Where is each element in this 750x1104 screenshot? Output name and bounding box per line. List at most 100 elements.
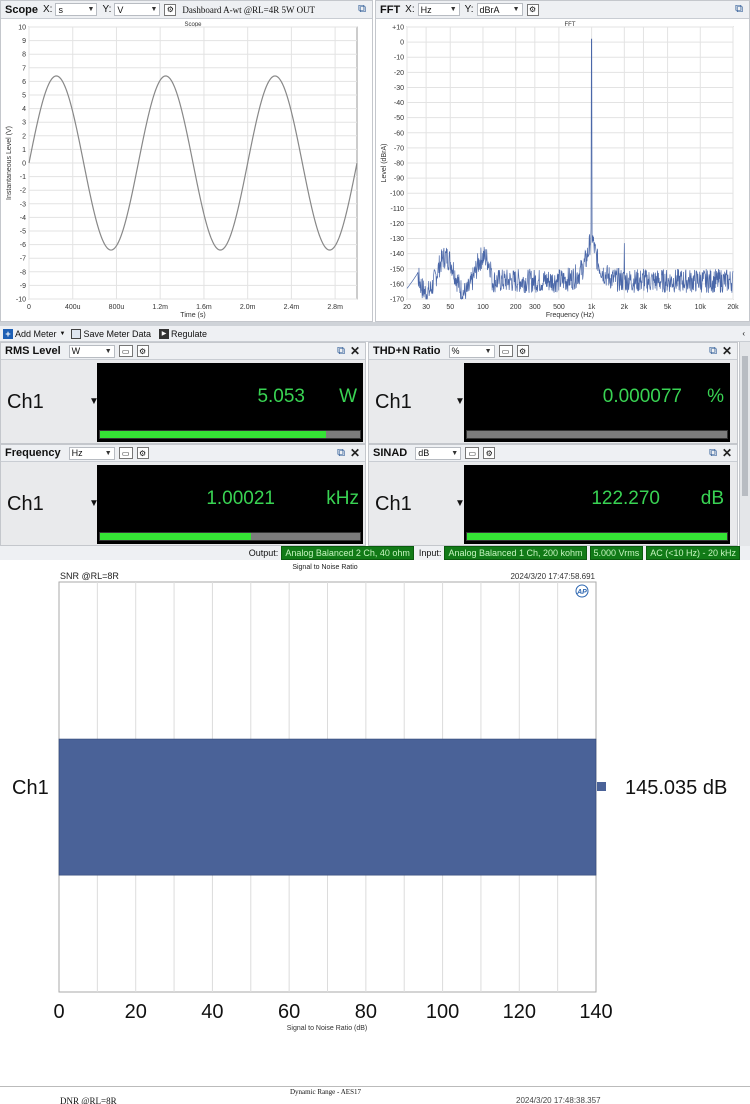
snr-legend-swatch [597,782,606,791]
scrollbar-thumb[interactable] [742,356,748,496]
fft-settings-icon[interactable]: ⚙ [526,3,539,16]
meter-bar-fill [100,431,327,438]
y-tick-label: 3 [22,120,26,127]
y-tick-label: 4 [22,106,26,113]
popout-icon[interactable]: ⧉ [709,447,717,460]
meter-unit-value: W [71,346,81,356]
y-tick-label: -160 [390,281,404,288]
meter-value: 122.270 [591,488,660,509]
popout-icon[interactable]: ⧉ [337,345,345,358]
filter-status-badge[interactable]: AC (<10 Hz) - 20 kHz [646,546,740,560]
y-tick-label: -9 [20,283,26,290]
popout-icon[interactable]: ⧉ [735,3,743,16]
x-tick-label: 100 [426,1001,459,1023]
y-tick-label: 0 [22,161,26,168]
meter-display: 122.270 dB [464,465,730,544]
x-tick-label: 3k [640,304,648,311]
scope-x-axis-label: Time (s) [180,312,205,319]
meter-title: Frequency [5,447,61,459]
x-tick-label: 1.2m [152,304,168,311]
scope-y-unit-value: V [117,4,124,15]
dnr-chart-title: Dynamic Range - AES17 [290,1088,361,1096]
x-tick-label: 5k [664,304,672,311]
y-tick-label: -150 [390,266,404,273]
snr-subtitle: SNR @RL=8R [60,571,119,581]
x-tick-label: 0 [27,304,31,311]
add-meter-label: Add Meter [15,328,57,339]
meter-value: 5.053 [257,386,305,407]
snr-category-label: Ch1 [12,777,49,799]
fft-x-unit-select[interactable]: Hz ▼ [417,3,460,16]
meter-settings-icon[interactable]: ⚙ [516,345,529,357]
popout-icon[interactable]: ⧉ [337,447,345,460]
meter-options-icon[interactable]: ▭ [118,345,133,357]
chevron-down-icon: ▼ [104,449,112,457]
scope-x-ticks: 0 400u 800u 1.2m 1.6m 2.0m 2.4m 2.8m [27,304,343,311]
chevron-down-icon: ▼ [87,6,95,13]
add-meter-button[interactable]: + Add Meter ▼ [3,328,65,339]
y-tick-label: -8 [20,269,26,276]
meter-display: 0.000077 % [464,363,730,442]
save-meter-data-button[interactable]: Save Meter Data [71,328,151,339]
close-icon[interactable]: ✕ [722,344,732,358]
scope-settings-icon[interactable]: ⚙ [164,3,177,16]
meter-options-icon[interactable]: ▭ [465,447,480,459]
fft-x-axis-label: Frequency (Hz) [546,312,594,319]
meter-unit: % [707,386,724,407]
channel-label: Ch1 [7,391,44,413]
meter-bar-fill [100,533,251,540]
y-tick-label: -6 [20,242,26,249]
fft-y-unit-select[interactable]: dBrA ▼ [476,3,523,16]
level-status-badge[interactable]: 5.000 Vrms [589,546,644,560]
fft-y-unit-value: dBrA [479,4,500,15]
meter-unit-select[interactable]: Hz ▼ [68,446,115,460]
fft-header: FFT X: Hz ▼ Y: dBrA ▼ ⚙ ⧉ [376,1,749,19]
meter-bar [99,430,361,439]
meter-value: 0.000077 [602,386,682,407]
x-tick-label: 2.4m [284,304,300,311]
meter-unit-select[interactable]: dB ▼ [415,446,462,460]
meter-settings-icon[interactable]: ⚙ [136,447,149,459]
dnr-timestamp: 2024/3/20 17:48:38.357 [516,1096,601,1104]
input-status-badge[interactable]: Analog Balanced 1 Ch, 200 kohm [444,546,587,560]
fft-chart: FFT +100-10-20-30-40-50-60-70-80-90-100-… [381,22,739,319]
regulate-button[interactable]: ▶ Regulate [159,328,207,339]
meter-rms-level: RMS Level W ▼ ▭ ⚙ ⧉ ✕ Ch1 ▼ 5.053 W [0,342,366,444]
meter-unit: kHz [326,488,359,509]
meter-header: THD+N Ratio % ▼ ▭ ⚙ ⧉ ✕ [369,343,737,360]
y-tick-label: -60 [394,130,404,137]
meter-unit-select[interactable]: W ▼ [68,344,115,358]
meter-scrollbar[interactable] [739,342,750,546]
close-icon[interactable]: ✕ [722,446,732,460]
x-tick-label: 2k [621,304,629,311]
x-tick-label: 100 [477,304,489,311]
y-tick-label: -110 [391,206,405,213]
meter-settings-icon[interactable]: ⚙ [136,345,149,357]
snr-bar [58,738,597,876]
fft-x-ticks: 20 30 50 100 200 300 500 1k 2k 3k 5k 10k 20k [403,304,739,311]
meter-settings-icon[interactable]: ⚙ [483,447,496,459]
x-tick-label: 40 [201,1001,223,1023]
x-tick-label: 200 [510,304,522,311]
y-tick-label: -40 [394,100,404,107]
collapse-icon[interactable]: ‹ [742,329,745,338]
y-tick-label: 7 [22,65,26,72]
x-tick-label: 10k [695,304,707,311]
output-status-badge[interactable]: Analog Balanced 2 Ch, 40 ohm [281,546,414,560]
close-icon[interactable]: ✕ [350,446,360,460]
scope-x-unit-select[interactable]: s ▼ [55,3,98,16]
popout-icon[interactable]: ⧉ [358,3,366,16]
meter-options-icon[interactable]: ▭ [498,345,513,357]
popout-icon[interactable]: ⧉ [709,345,717,358]
close-icon[interactable]: ✕ [350,344,360,358]
dnr-subtitle: DNR @RL=8R [60,1096,117,1104]
x-tick-label: 20 [125,1001,147,1023]
scope-y-unit-select[interactable]: V ▼ [114,3,161,16]
x-tick-label: 80 [355,1001,377,1023]
meter-unit-select[interactable]: % ▼ [448,344,495,358]
fft-panel: FFT X: Hz ▼ Y: dBrA ▼ ⚙ ⧉ FFT +10 0 -10 -20 -3… [375,0,750,322]
snr-x-ticks: 0 20 40 60 80 100 120 140 [53,1001,612,1023]
meter-options-icon[interactable]: ▭ [118,447,133,459]
y-tick-label: -20 [394,70,404,77]
x-tick-label: 20 [403,304,411,311]
